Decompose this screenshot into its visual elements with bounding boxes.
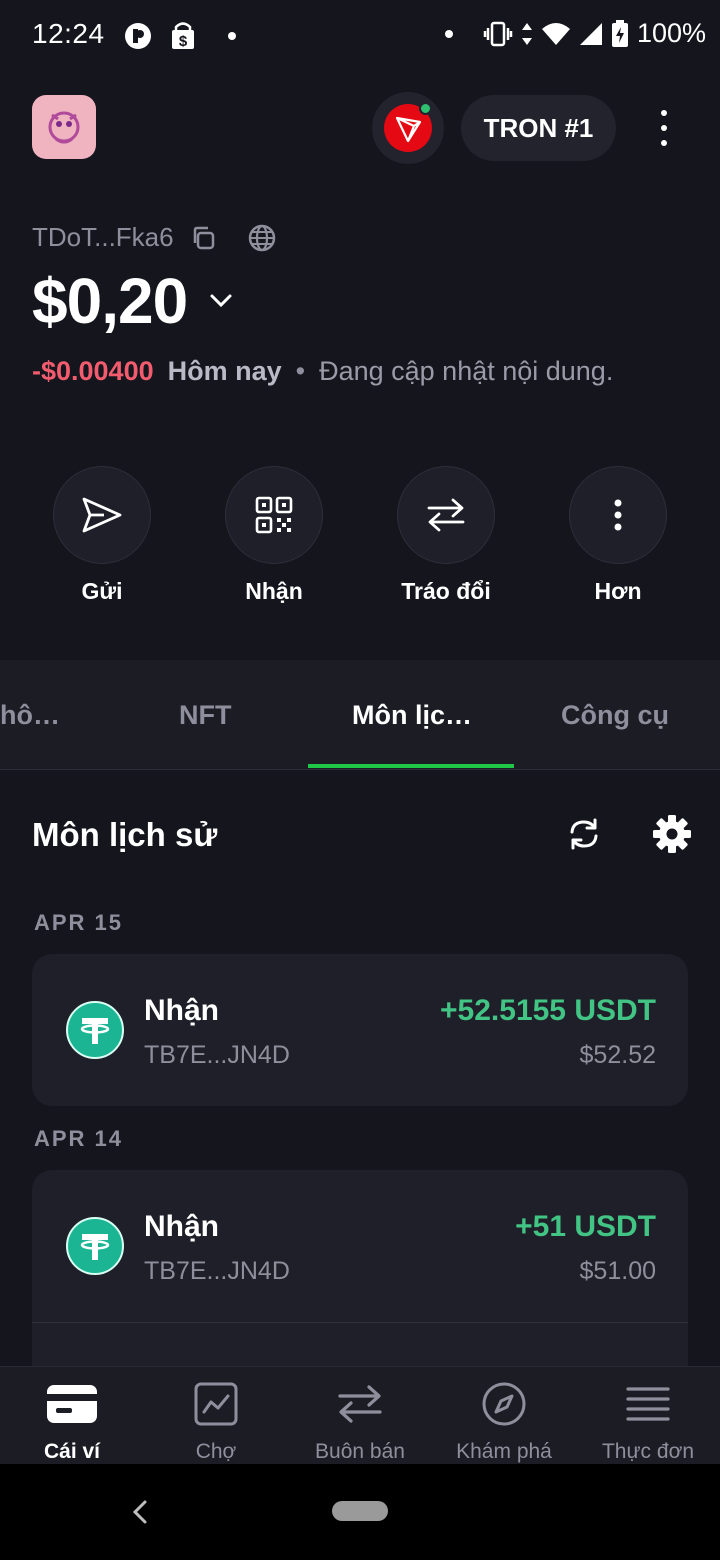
nav-market-label: Chợ	[195, 1440, 237, 1463]
transaction-card[interactable]: Nhận TB7E...JN4D +51 USDT $51.00	[32, 1170, 688, 1390]
dot-icon	[444, 29, 453, 38]
balance-change: -$0.00400	[32, 356, 154, 386]
tab-tokens[interactable]: hô…	[0, 700, 60, 731]
transaction-address: TB7E...JN4D	[144, 1257, 290, 1285]
refresh-icon[interactable]	[566, 816, 602, 852]
swap-label: Tráo đổi	[401, 578, 491, 604]
swap-icon	[427, 498, 465, 532]
transaction-amount: +52.5155 USDT	[440, 994, 656, 1027]
active-tab-indicator	[308, 764, 514, 768]
compass-icon	[482, 1382, 526, 1426]
wallet-balance: $0,20	[32, 265, 188, 337]
date-group-label: APR 15	[34, 910, 124, 935]
separator-dot: •	[295, 356, 306, 386]
network-logo-button[interactable]	[372, 92, 444, 164]
status-indicators: 100%	[444, 18, 706, 49]
transaction-card[interactable]: Nhận TB7E...JN4D +52.5155 USDT $52.52	[32, 954, 688, 1106]
system-home-pill[interactable]	[332, 1501, 388, 1521]
wifi-icon	[541, 22, 570, 45]
vibrate-icon	[483, 21, 513, 46]
send-icon	[82, 497, 122, 533]
qr-code-icon	[255, 496, 293, 534]
nav-wallet-label: Cái ví	[43, 1440, 101, 1463]
globe-icon[interactable]	[248, 224, 276, 252]
battery-icon	[611, 19, 628, 47]
tab-nft[interactable]: NFT	[179, 700, 231, 731]
tether-icon	[66, 1217, 124, 1275]
market-chart-icon	[194, 1382, 238, 1426]
receive-action[interactable]: Nhận	[225, 466, 323, 605]
transaction-amount: +51 USDT	[515, 1210, 656, 1243]
network-selector[interactable]: TRON #1	[461, 95, 616, 161]
transaction-usd-value: $51.00	[579, 1257, 656, 1285]
system-back-icon[interactable]	[128, 1498, 152, 1526]
transaction-type: Nhận	[144, 994, 219, 1027]
swap-action[interactable]: Tráo đổi	[397, 466, 495, 605]
receive-label: Nhận	[245, 578, 303, 604]
signal-icon	[579, 22, 602, 45]
nav-menu-label: Thực đơn	[601, 1440, 695, 1463]
send-label: Gửi	[81, 578, 123, 604]
svg-text:$: $	[179, 33, 188, 50]
settings-gear-icon[interactable]	[652, 814, 692, 854]
notification-dot-icon	[228, 32, 236, 40]
card-divider	[32, 1322, 688, 1323]
nav-menu[interactable]: Thực đơn	[576, 1380, 720, 1464]
nav-wallet[interactable]: Cái ví	[0, 1380, 144, 1464]
wallet-address[interactable]: TDoT...Fka6	[32, 222, 174, 253]
battery-percent: 100%	[636, 18, 706, 48]
status-time: 12:24	[32, 18, 105, 49]
balance-row[interactable]: $0,20	[32, 264, 233, 338]
avatar-illustration-icon	[48, 111, 80, 144]
tab-tools[interactable]: Công cụ	[561, 700, 669, 731]
chevron-down-icon[interactable]	[209, 293, 233, 309]
more-label: Hơn	[594, 578, 642, 604]
shopping-bag-icon: $	[172, 22, 194, 50]
nav-market[interactable]: Chợ	[144, 1380, 288, 1464]
nav-trade[interactable]: Buôn bán	[288, 1380, 432, 1464]
wallet-address-row: TDoT...Fka6	[32, 222, 276, 253]
wallet-icon	[47, 1385, 97, 1423]
tab-history[interactable]: Môn lịc…	[352, 700, 472, 731]
tether-icon	[66, 1001, 124, 1059]
transaction-usd-value: $52.52	[579, 1041, 656, 1069]
balance-change-row: -$0.00400 Hôm nay • Đang cập nhật nội du…	[32, 356, 613, 387]
nav-explore[interactable]: Khám phá	[432, 1380, 576, 1464]
nav-explore-label: Khám phá	[456, 1440, 552, 1463]
online-indicator	[419, 102, 432, 115]
nav-trade-label: Buôn bán	[315, 1440, 405, 1463]
more-options-icon[interactable]	[646, 104, 682, 152]
account-avatar[interactable]	[32, 95, 96, 159]
more-vertical-icon	[614, 499, 622, 531]
update-status: Đang cập nhật nội dung.	[319, 356, 614, 386]
app-notification-icon	[125, 23, 151, 49]
transaction-type: Nhận	[144, 1210, 219, 1243]
data-arrows-icon	[521, 22, 532, 45]
status-notifications: $	[124, 22, 236, 50]
date-group-label: APR 14	[34, 1126, 124, 1151]
trade-arrows-icon	[338, 1385, 382, 1423]
change-period: Hôm nay	[167, 356, 282, 386]
transaction-address: TB7E...JN4D	[144, 1041, 290, 1069]
more-action[interactable]: Hơn	[569, 466, 667, 605]
copy-icon[interactable]	[190, 225, 216, 251]
send-action[interactable]: Gửi	[53, 466, 151, 605]
history-title: Môn lịch sử	[32, 816, 218, 853]
menu-icon	[626, 1387, 670, 1421]
